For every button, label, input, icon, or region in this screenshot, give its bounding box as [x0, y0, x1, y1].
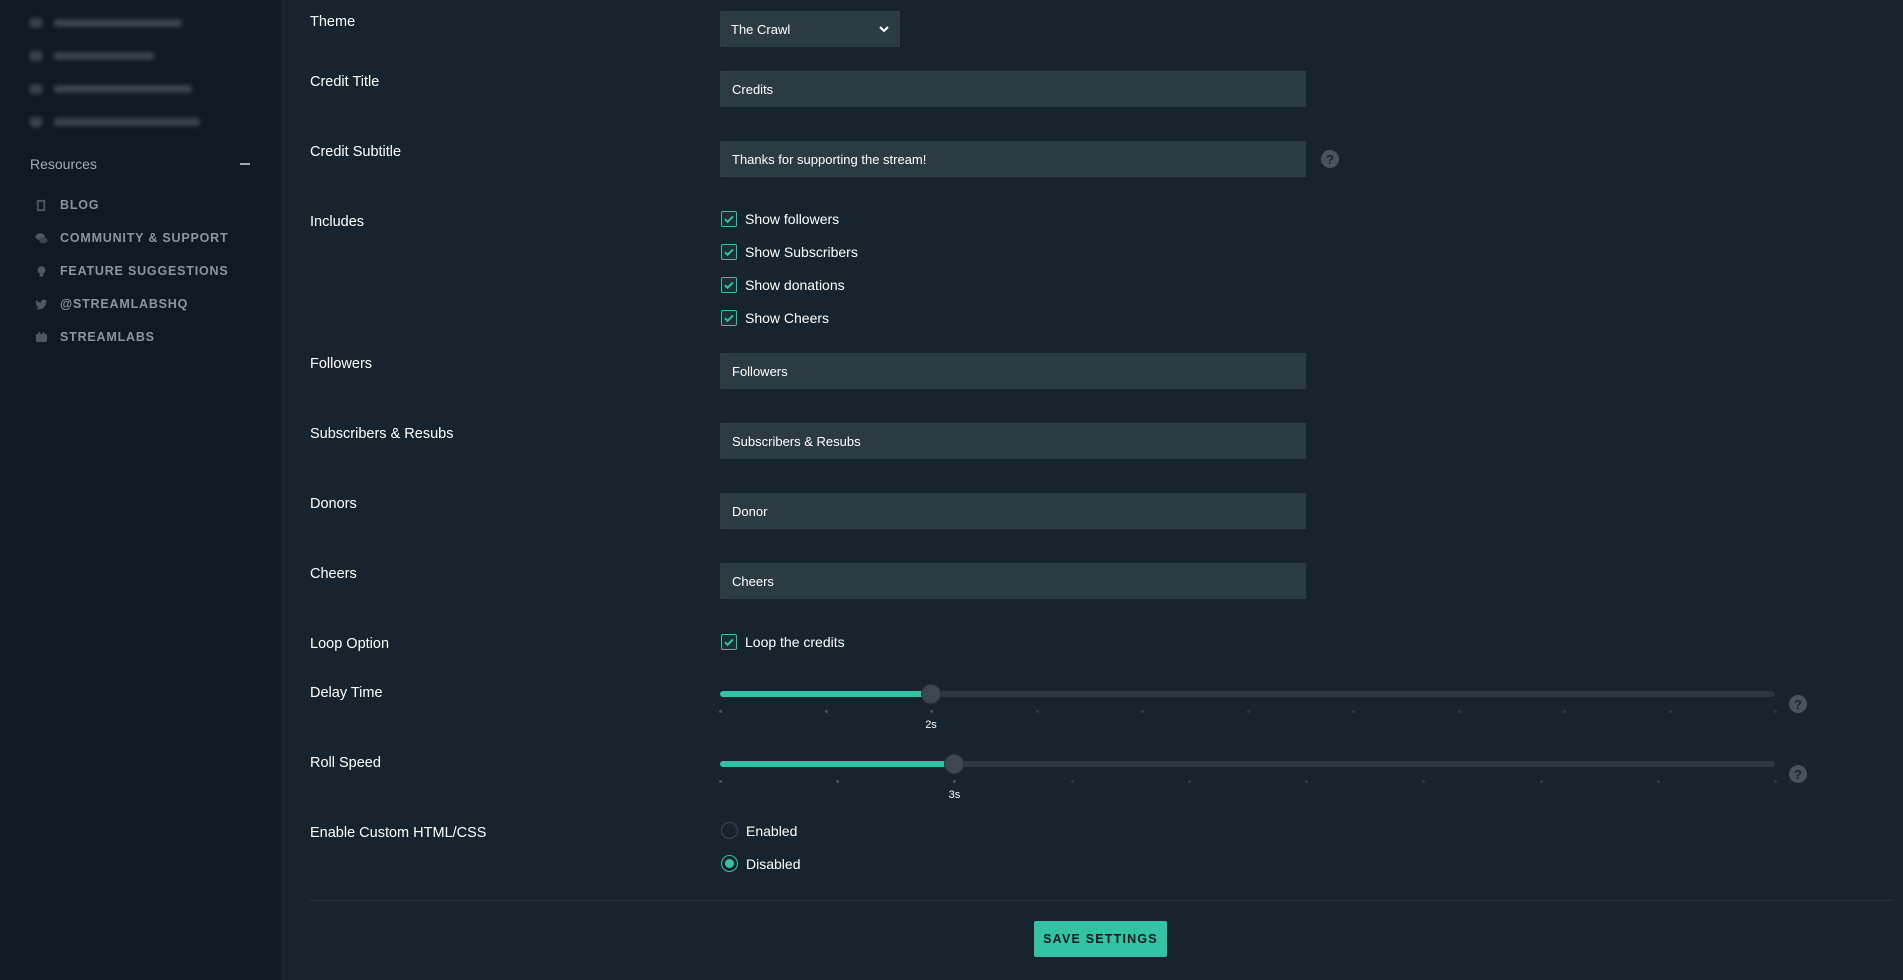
sidebar-link-label: @STREAMLABSHQ [60, 297, 189, 311]
help-icon[interactable]: ? [1789, 765, 1807, 783]
slider-tick [1563, 710, 1566, 713]
slider-tick [1141, 710, 1144, 713]
radio-label: Disabled [746, 855, 801, 872]
slider-tick [1187, 780, 1191, 783]
delay-time-slider[interactable]: 2s [719, 680, 1777, 731]
slider-tick [1774, 710, 1777, 713]
twitter-icon [34, 297, 48, 311]
slider-tick [1668, 710, 1672, 713]
slider-tick [1305, 780, 1309, 783]
sidebar-link-label: BLOG [60, 198, 100, 212]
slider-value: 2s [925, 719, 937, 731]
loop-option-label: Loop Option [310, 636, 390, 652]
slider-handle[interactable] [921, 684, 941, 704]
sidebar: Resources BLOG COMMUNITY & SUPPORT FEATU… [0, 0, 281, 980]
checkbox-label: Show Subscribers [745, 244, 858, 260]
checkbox-label: Loop the credits [745, 634, 845, 650]
sidebar-blurred-item[interactable] [30, 115, 200, 129]
donors-label: Donors [310, 496, 357, 512]
custom-html-disabled-radio[interactable]: Disabled [721, 855, 800, 872]
credit-subtitle-label: Credit Subtitle [310, 144, 402, 160]
loop-credits-checkbox[interactable]: Loop the credits [721, 634, 845, 650]
sidebar-link-label: COMMUNITY & SUPPORT [60, 231, 229, 245]
custom-html-label: Enable Custom HTML/CSS [310, 825, 487, 841]
chevron-down-icon [879, 26, 889, 33]
slider-tick [953, 780, 957, 783]
radio-on-icon[interactable] [721, 855, 738, 872]
credit-subtitle-input[interactable] [720, 141, 1306, 177]
credit-title-label: Credit Title [310, 74, 380, 90]
collapse-icon[interactable] [240, 163, 250, 165]
sidebar-link-blog[interactable]: BLOG [34, 198, 99, 212]
sidebar-link-youtube[interactable]: STREAMLABS [34, 330, 155, 344]
help-icon[interactable]: ? [1321, 150, 1339, 168]
slider-handle[interactable] [944, 754, 965, 774]
roll-speed-slider[interactable]: 3s [719, 750, 1777, 801]
slider-fill [720, 691, 931, 697]
slider-fill [720, 761, 955, 767]
cheers-input[interactable] [720, 563, 1306, 599]
slider-tick [930, 710, 933, 713]
includes-label: Includes [310, 214, 365, 230]
slider-tick [1035, 710, 1039, 713]
theme-select-value: The Crawl [731, 21, 791, 37]
radio-label: Enabled [746, 822, 798, 839]
checkbox-label: Show Cheers [745, 310, 830, 326]
sidebar-link-feature-suggestions[interactable]: FEATURE SUGGESTIONS [34, 264, 228, 278]
delay-time-label: Delay Time [310, 685, 383, 701]
radio-off-icon[interactable] [721, 822, 738, 839]
checkbox-checked-icon[interactable] [721, 634, 737, 650]
checkbox-checked-icon[interactable] [721, 310, 737, 326]
book-icon [34, 198, 48, 212]
theme-label: Theme [310, 14, 356, 30]
followers-label: Followers [310, 356, 373, 372]
chat-bubbles-icon [34, 231, 48, 245]
checkbox-label: Show donations [745, 277, 845, 293]
checkbox-label: Show followers [745, 211, 840, 227]
sidebar-link-community[interactable]: COMMUNITY & SUPPORT [34, 231, 228, 245]
slider-tick [1656, 780, 1660, 783]
slider-tick [836, 780, 840, 783]
youtube-icon [34, 330, 48, 344]
subscribers-input[interactable] [720, 423, 1306, 459]
slider-tick [824, 710, 828, 713]
sidebar-link-label: STREAMLABS [60, 330, 155, 344]
theme-select[interactable]: The Crawl [720, 11, 900, 47]
show-followers-checkbox[interactable]: Show followers [721, 211, 839, 227]
show-donations-checkbox[interactable]: Show donations [721, 277, 845, 293]
slider-tick [1070, 780, 1074, 783]
credit-title-input[interactable] [720, 71, 1306, 107]
slider-tick [1352, 710, 1355, 713]
custom-html-enabled-radio[interactable]: Enabled [721, 822, 797, 839]
roll-speed-label: Roll Speed [310, 755, 381, 771]
save-settings-button[interactable]: SAVE SETTINGS [1034, 921, 1167, 957]
subscribers-label: Subscribers & Resubs [310, 426, 454, 442]
checkbox-checked-icon[interactable] [721, 277, 737, 293]
followers-input[interactable] [720, 353, 1306, 389]
checkbox-checked-icon[interactable] [721, 211, 737, 227]
donors-input[interactable] [720, 493, 1306, 529]
slider-tick [1457, 710, 1461, 713]
sidebar-blurred-item[interactable] [30, 16, 182, 30]
lightbulb-icon [34, 264, 48, 278]
slider-tick [1539, 780, 1543, 783]
sidebar-link-twitter[interactable]: @STREAMLABSHQ [34, 297, 188, 311]
show-cheers-checkbox[interactable]: Show Cheers [721, 310, 829, 326]
slider-value: 3s [948, 789, 961, 801]
cheers-label: Cheers [310, 566, 357, 582]
slider-tick [1422, 780, 1426, 783]
show-subscribers-checkbox[interactable]: Show Subscribers [721, 244, 858, 260]
resources-section-header[interactable]: Resources [30, 156, 252, 172]
sidebar-blurred-item[interactable] [30, 49, 154, 63]
sidebar-blurred-item[interactable] [30, 82, 192, 96]
slider-tick [1246, 710, 1250, 713]
help-icon[interactable]: ? [1789, 695, 1807, 713]
slider-tick [719, 710, 722, 713]
resources-title: Resources [30, 156, 97, 172]
slider-tick [1774, 780, 1777, 783]
sidebar-link-label: FEATURE SUGGESTIONS [60, 264, 229, 278]
form-divider [310, 900, 1892, 901]
slider-tick [719, 780, 722, 783]
checkbox-checked-icon[interactable] [721, 244, 737, 260]
